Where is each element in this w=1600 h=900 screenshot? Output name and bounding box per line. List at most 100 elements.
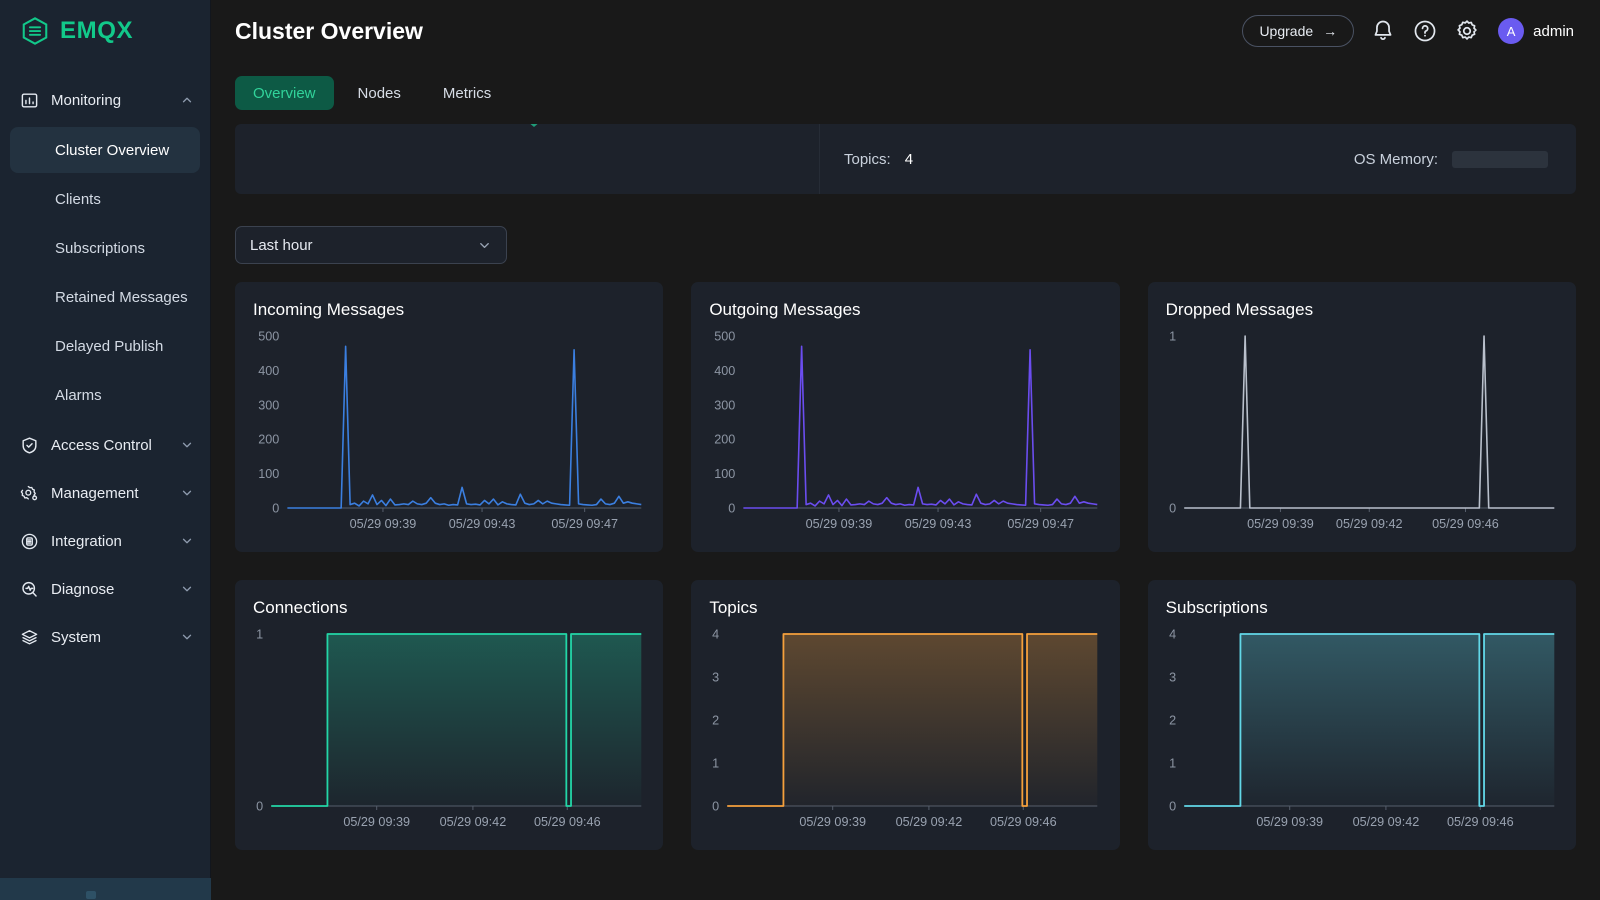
svg-text:05/29 09:42: 05/29 09:42 xyxy=(1336,517,1403,531)
sidebar-item-label: Cluster Overview xyxy=(55,142,169,159)
sidebar-group-system[interactable]: System xyxy=(0,613,210,661)
svg-text:05/29 09:39: 05/29 09:39 xyxy=(1247,517,1314,531)
chevron-down-icon[interactable] xyxy=(180,534,194,548)
chart-card-connections: Connections 0105/29 09:3905/29 09:4205/2… xyxy=(235,580,663,850)
svg-text:400: 400 xyxy=(715,364,736,378)
topics-stat: Topics: 4 xyxy=(844,151,913,168)
sidebar-group-access-control[interactable]: Access Control xyxy=(0,421,210,469)
sidebar-group-integration[interactable]: Integration xyxy=(0,517,210,565)
sidebar-group-management[interactable]: Management xyxy=(0,469,210,517)
chart-card-subscriptions: Subscriptions 0123405/29 09:3905/29 09:4… xyxy=(1148,580,1576,850)
sidebar-footer-indicator xyxy=(86,891,96,899)
sidebar-item-label: Alarms xyxy=(55,387,102,404)
svg-text:05/29 09:39: 05/29 09:39 xyxy=(350,517,417,531)
topics-label: Topics: xyxy=(844,151,891,168)
chart-card-dropped-messages: Dropped Messages 0105/29 09:3905/29 09:4… xyxy=(1148,282,1576,552)
svg-text:2: 2 xyxy=(1169,714,1176,728)
chart-title: Subscriptions xyxy=(1166,598,1558,618)
help-circle-icon[interactable] xyxy=(1412,18,1438,44)
chevron-down-icon[interactable] xyxy=(180,630,194,644)
svg-text:3: 3 xyxy=(712,671,719,685)
chevron-down-icon[interactable] xyxy=(180,582,194,596)
tab-nodes[interactable]: Nodes xyxy=(340,76,419,110)
tab-label: Nodes xyxy=(358,85,401,102)
sidebar-group-label: Diagnose xyxy=(51,581,168,598)
sidebar-item-clients[interactable]: Clients xyxy=(10,176,200,222)
avatar: A xyxy=(1498,18,1524,44)
sidebar-item-retained-messages[interactable]: Retained Messages xyxy=(10,274,200,320)
svg-text:0: 0 xyxy=(712,800,719,814)
layers-icon xyxy=(20,628,39,647)
emqx-hexagon-logo-icon xyxy=(20,16,50,46)
os-memory-progress-bar xyxy=(1452,151,1548,168)
svg-text:4: 4 xyxy=(1169,628,1176,642)
chart-title: Dropped Messages xyxy=(1166,300,1558,320)
svg-text:05/29 09:39: 05/29 09:39 xyxy=(343,815,410,829)
sidebar: EMQX Monitoring Cluster Overview xyxy=(0,0,211,900)
svg-text:05/29 09:46: 05/29 09:46 xyxy=(534,815,601,829)
magnifier-pulse-icon xyxy=(20,580,39,599)
brand[interactable]: EMQX xyxy=(0,0,210,62)
tab-metrics[interactable]: Metrics xyxy=(425,76,509,110)
sidebar-group-monitoring[interactable]: Monitoring xyxy=(0,76,210,124)
tab-bar: Overview Nodes Metrics xyxy=(211,62,1600,124)
main-area: Cluster Overview Upgrade → xyxy=(211,0,1600,900)
chart-title: Topics xyxy=(709,598,1101,618)
svg-text:500: 500 xyxy=(258,330,279,344)
chart-plot[interactable]: 0123405/29 09:3905/29 09:4205/29 09:46 xyxy=(707,624,1101,840)
chart-plot[interactable]: 0105/29 09:3905/29 09:4205/29 09:46 xyxy=(1164,326,1558,542)
svg-text:1: 1 xyxy=(256,628,263,642)
svg-text:100: 100 xyxy=(715,467,736,481)
sidebar-item-label: Subscriptions xyxy=(55,240,145,257)
sidebar-item-delayed-publish[interactable]: Delayed Publish xyxy=(10,323,200,369)
sidebar-group-label: Integration xyxy=(51,533,168,550)
svg-text:05/29 09:46: 05/29 09:46 xyxy=(1447,815,1514,829)
svg-text:05/29 09:46: 05/29 09:46 xyxy=(1432,517,1499,531)
chart-card-topics: Topics 0123405/29 09:3905/29 09:4205/29 … xyxy=(691,580,1119,850)
svg-text:05/29 09:42: 05/29 09:42 xyxy=(440,815,507,829)
chevron-down-icon[interactable] xyxy=(180,486,194,500)
content-scroll-area[interactable]: Topics: 4 OS Memory: Last hour xyxy=(211,124,1600,900)
time-range-select[interactable]: Last hour xyxy=(235,226,507,264)
chart-bar-icon xyxy=(20,91,39,110)
tab-overview[interactable]: Overview xyxy=(235,76,334,110)
chart-title: Outgoing Messages xyxy=(709,300,1101,320)
header-actions: Upgrade → xyxy=(1242,15,1574,47)
database-flow-icon xyxy=(20,532,39,551)
sidebar-footer[interactable] xyxy=(0,878,211,900)
gear-node-icon xyxy=(20,484,39,503)
svg-text:2: 2 xyxy=(712,714,719,728)
sidebar-item-alarms[interactable]: Alarms xyxy=(10,372,200,418)
chart-plot[interactable]: 0123405/29 09:3905/29 09:4205/29 09:46 xyxy=(1164,624,1558,840)
svg-text:05/29 09:39: 05/29 09:39 xyxy=(800,815,867,829)
chevron-up-icon[interactable] xyxy=(180,93,194,107)
svg-text:05/29 09:42: 05/29 09:42 xyxy=(1352,815,1419,829)
user-name: admin xyxy=(1533,23,1574,40)
chart-plot[interactable]: 010020030040050005/29 09:3905/29 09:4305… xyxy=(251,326,645,542)
upgrade-label: Upgrade xyxy=(1259,23,1313,39)
page-title: Cluster Overview xyxy=(235,18,1242,45)
svg-text:400: 400 xyxy=(258,364,279,378)
upgrade-button[interactable]: Upgrade → xyxy=(1242,15,1354,47)
sidebar-item-subscriptions[interactable]: Subscriptions xyxy=(10,225,200,271)
chevron-down-icon[interactable] xyxy=(180,438,194,452)
sidebar-group-label: Access Control xyxy=(51,437,168,454)
svg-text:05/29 09:42: 05/29 09:42 xyxy=(896,815,963,829)
sidebar-group-label: Monitoring xyxy=(51,92,168,109)
svg-text:4: 4 xyxy=(712,628,719,642)
chart-plot[interactable]: 010020030040050005/29 09:3905/29 09:4305… xyxy=(707,326,1101,542)
chart-title: Incoming Messages xyxy=(253,300,645,320)
time-range-value: Last hour xyxy=(250,237,477,254)
chevron-down-icon[interactable] xyxy=(477,238,492,253)
chart-plot[interactable]: 0105/29 09:3905/29 09:4205/29 09:46 xyxy=(251,624,645,840)
gear-icon[interactable] xyxy=(1454,18,1480,44)
sidebar-group-diagnose[interactable]: Diagnose xyxy=(0,565,210,613)
chart-card-incoming-messages: Incoming Messages 010020030040050005/29 … xyxy=(235,282,663,552)
svg-text:200: 200 xyxy=(258,433,279,447)
cluster-stats-card: Topics: 4 OS Memory: xyxy=(235,124,1576,194)
user-menu[interactable]: A admin xyxy=(1498,18,1574,44)
bell-icon[interactable] xyxy=(1370,18,1396,44)
cluster-stats-left-panel xyxy=(235,124,820,194)
svg-text:0: 0 xyxy=(272,502,279,516)
sidebar-item-cluster-overview[interactable]: Cluster Overview xyxy=(10,127,200,173)
